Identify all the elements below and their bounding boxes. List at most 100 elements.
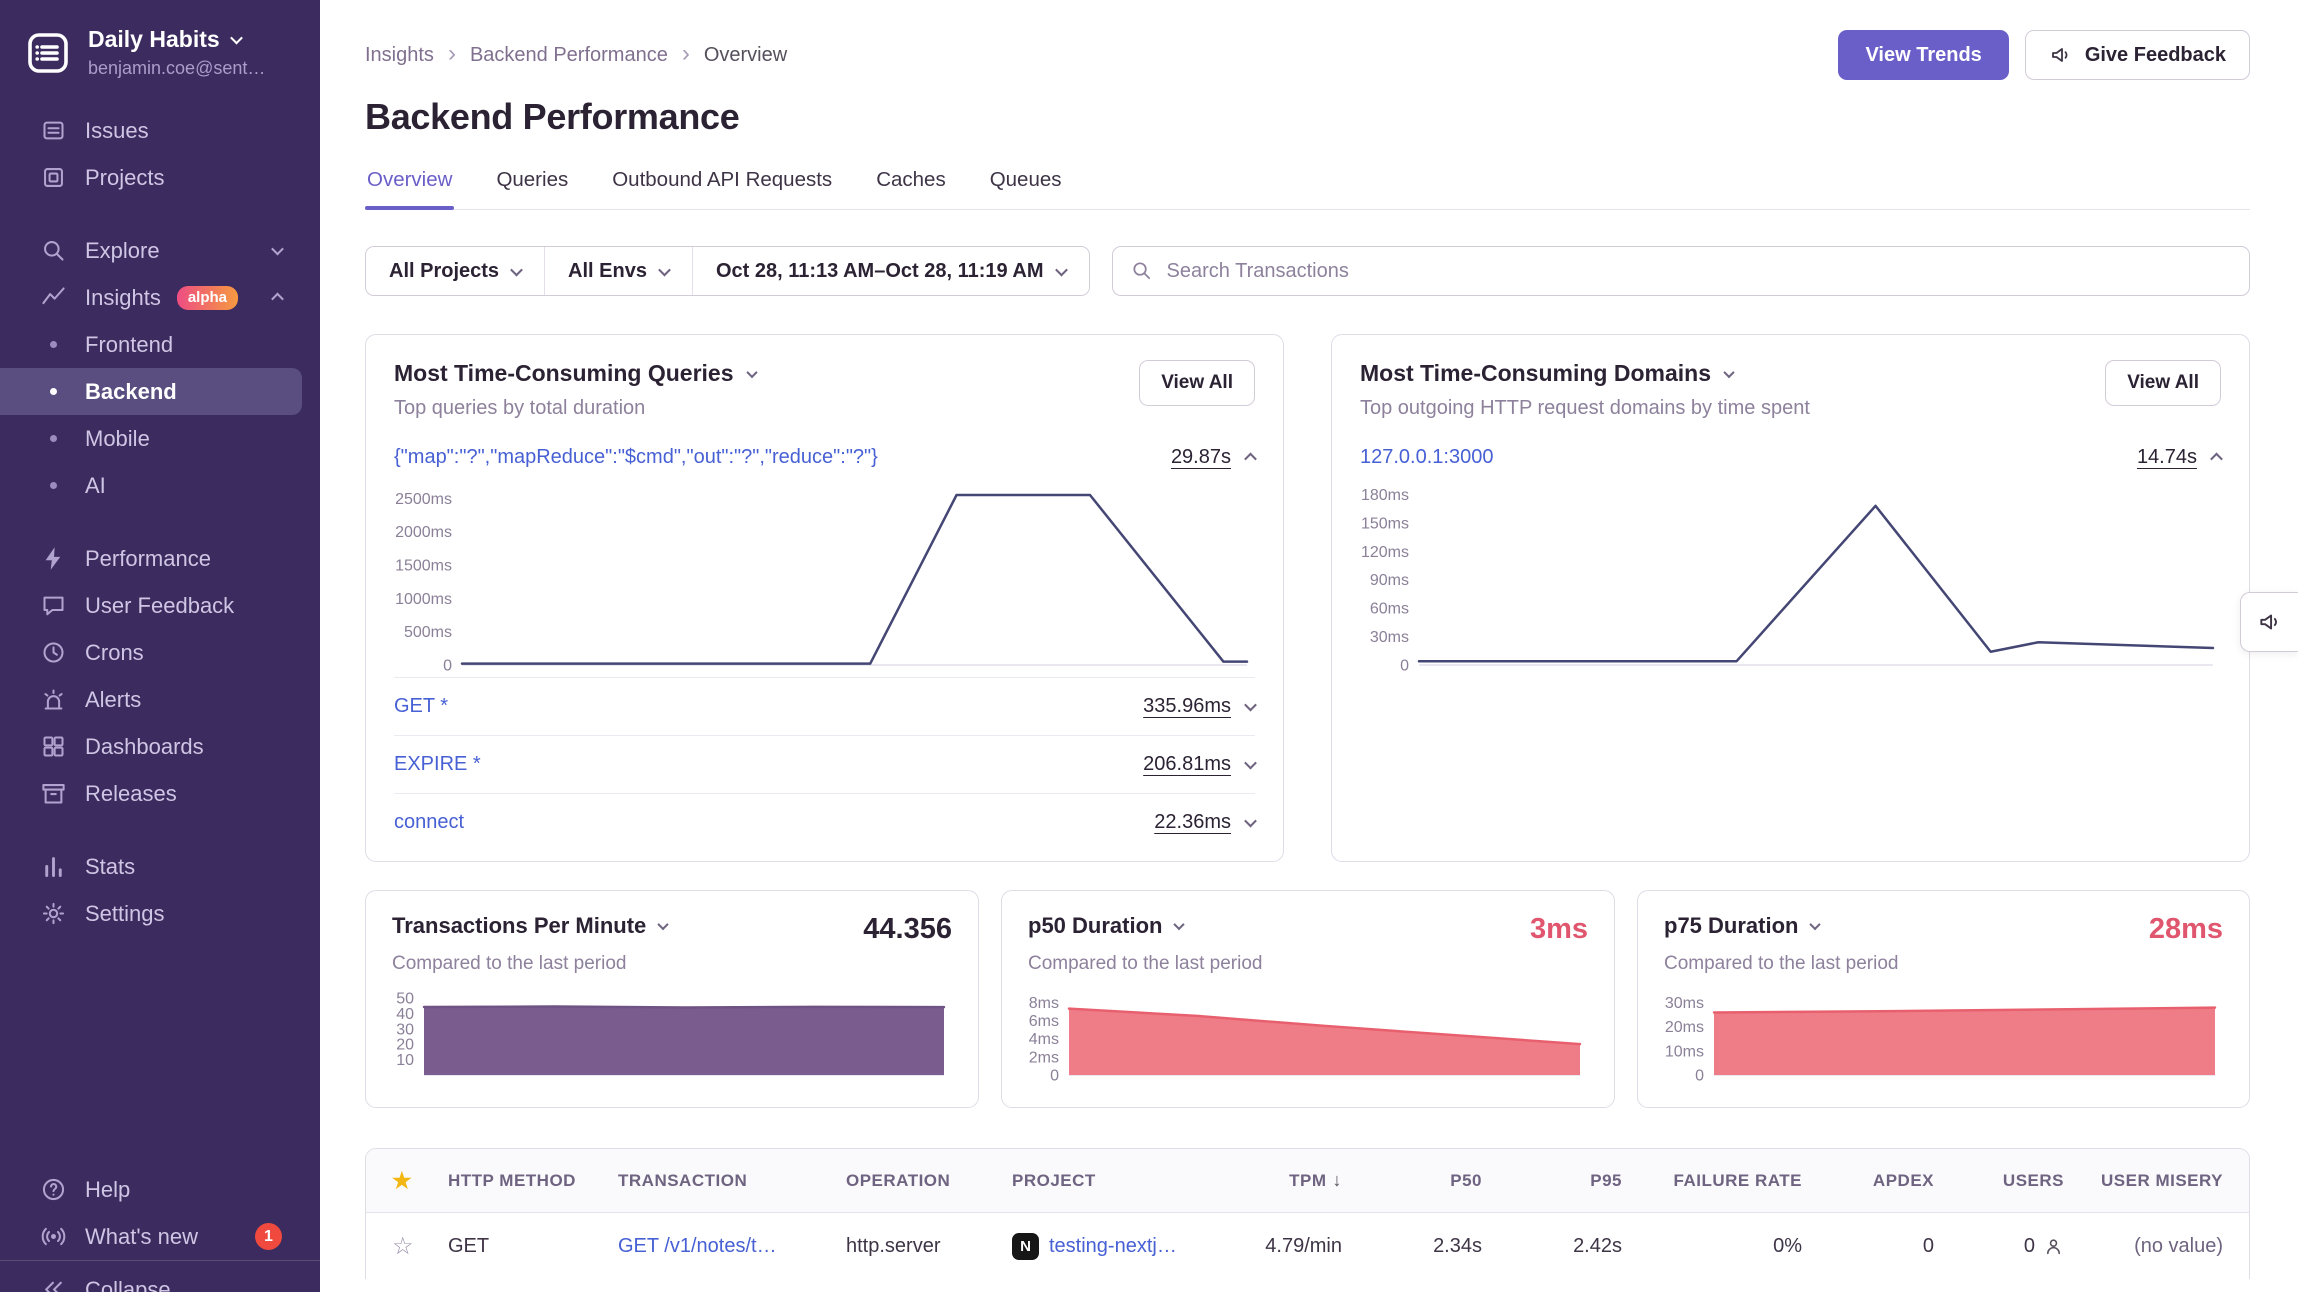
tab-overview[interactable]: Overview (365, 168, 454, 209)
sidebar-item-label: Help (85, 1177, 130, 1203)
chevron-down-icon[interactable] (1244, 815, 1257, 828)
tpm-card-title: Transactions Per Minute (392, 913, 646, 939)
p75-card-title-row[interactable]: p75 Duration (1664, 913, 1819, 939)
chevron-down-icon[interactable] (1244, 699, 1257, 712)
project-filter-dropdown[interactable]: All Projects (366, 247, 544, 295)
sidebar-item-crons[interactable]: Crons (0, 629, 320, 676)
sidebar-item-issues[interactable]: Issues (0, 107, 320, 154)
sidebar-item-performance[interactable]: Performance (0, 535, 320, 582)
svg-text:4ms: 4ms (1029, 1031, 1059, 1048)
query-link[interactable]: connect (394, 811, 464, 834)
topbar: Insights › Backend Performance › Overvie… (365, 30, 2250, 80)
sidebar-item-ai[interactable]: AI (0, 462, 320, 509)
sidebar-collapse-button[interactable]: Collapse (0, 1260, 320, 1292)
domains-view-all-button[interactable]: View All (2105, 360, 2221, 406)
col-tpm-sorted[interactable]: TPM ↓ (1212, 1170, 1342, 1191)
sidebar-item-insights[interactable]: Insights alpha (0, 274, 320, 321)
project-filter-label: All Projects (389, 260, 499, 283)
svg-text:90ms: 90ms (1370, 572, 1409, 589)
sidebar-item-releases[interactable]: Releases (0, 770, 320, 817)
query-link[interactable]: EXPIRE * (394, 753, 481, 776)
tab-caches[interactable]: Caches (874, 168, 948, 209)
query-duration-value: 29.87s (1171, 446, 1231, 469)
sidebar-item-label: User Feedback (85, 593, 234, 619)
favorite-column-star-icon[interactable]: ★ (392, 1168, 448, 1194)
help-icon (40, 1176, 67, 1203)
sidebar-item-label: Performance (85, 546, 211, 572)
chevron-down-icon[interactable] (1244, 757, 1257, 770)
org-avatar (24, 29, 72, 77)
bullet-icon (40, 425, 67, 452)
chevron-right-icon: › (682, 42, 690, 69)
cell-p50: 2.34s (1342, 1235, 1482, 1258)
queries-view-all-button[interactable]: View All (1139, 360, 1255, 406)
domain-link[interactable]: 127.0.0.1:3000 (1360, 446, 1493, 469)
p75-value: 28ms (2149, 913, 2223, 946)
sidebar-item-mobile[interactable]: Mobile (0, 415, 320, 462)
environment-filter-dropdown[interactable]: All Envs (544, 247, 692, 295)
col-p95[interactable]: P95 (1482, 1171, 1622, 1191)
tab-outbound-api-requests[interactable]: Outbound API Requests (610, 168, 834, 209)
sidebar-item-frontend[interactable]: Frontend (0, 321, 320, 368)
favorite-star-icon[interactable]: ☆ (392, 1232, 448, 1261)
sidebar-item-whats-new[interactable]: What's new 1 (0, 1213, 320, 1260)
chevron-down-icon (746, 366, 757, 377)
tpm-card-title-row[interactable]: Transactions Per Minute (392, 913, 667, 939)
query-link[interactable]: GET * (394, 695, 448, 718)
col-project: PROJECT (1012, 1171, 1212, 1191)
col-tpm-label: TPM (1289, 1171, 1326, 1191)
date-range-filter-dropdown[interactable]: Oct 28, 11:13 AM–Oct 28, 11:19 AM (692, 247, 1089, 295)
query-duration-value: 206.81ms (1143, 753, 1231, 776)
p50-chart: 8ms6ms4ms2ms0 (1028, 987, 1588, 1087)
sidebar-item-user-feedback[interactable]: User Feedback (0, 582, 320, 629)
bullet-icon (40, 378, 67, 405)
tab-queues[interactable]: Queues (988, 168, 1064, 209)
chevron-up-icon[interactable] (1244, 453, 1257, 466)
clock-icon (40, 639, 67, 666)
sidebar-item-help[interactable]: Help (0, 1166, 320, 1213)
cell-apdex: 0 (1802, 1235, 1934, 1258)
speech-bubble-icon (40, 592, 67, 619)
queries-panel-title-row[interactable]: Most Time-Consuming Queries (394, 360, 756, 387)
search-input[interactable] (1112, 246, 2250, 296)
megaphone-icon (2257, 609, 2283, 635)
sidebar-item-settings[interactable]: Settings (0, 890, 320, 937)
query-link[interactable]: {"map":"?","mapReduce":"$cmd","out":"?",… (394, 446, 878, 469)
p50-card-title-row[interactable]: p50 Duration (1028, 913, 1183, 939)
sidebar-item-stats[interactable]: Stats (0, 843, 320, 890)
svg-text:2ms: 2ms (1029, 1049, 1059, 1066)
sidebar-item-projects[interactable]: Projects (0, 154, 320, 201)
cell-transaction-link[interactable]: GET /v1/notes/t… (618, 1235, 846, 1258)
sidebar-bottom: Help What's new 1 Collapse (0, 1166, 320, 1292)
col-user-misery[interactable]: USER MISERY (2064, 1171, 2223, 1191)
domains-duration-chart: 180ms150ms120ms90ms60ms30ms0 (1360, 477, 2221, 677)
give-feedback-button[interactable]: Give Feedback (2025, 30, 2250, 80)
queries-panel: Most Time-Consuming Queries Top queries … (365, 334, 1284, 862)
col-p50[interactable]: P50 (1342, 1171, 1482, 1191)
org-name: Daily Habits (88, 26, 220, 53)
col-failure-rate[interactable]: FAILURE RATE (1622, 1171, 1802, 1191)
query-duration-value: 22.36ms (1154, 811, 1231, 834)
tab-queries[interactable]: Queries (494, 168, 570, 209)
breadcrumb-backend-performance[interactable]: Backend Performance (470, 44, 668, 67)
sidebar-item-explore[interactable]: Explore (0, 227, 320, 274)
cell-project-link[interactable]: testing-nextj… (1049, 1235, 1177, 1258)
chevron-down-icon (658, 919, 669, 930)
chevron-down-icon (230, 32, 243, 45)
sidebar-item-backend[interactable]: Backend (0, 368, 302, 415)
feedback-fab-button[interactable] (2240, 592, 2298, 652)
tpm-card: Transactions Per Minute 44.356 Compared … (365, 890, 979, 1108)
svg-text:0: 0 (1050, 1068, 1059, 1085)
view-trends-button[interactable]: View Trends (1838, 30, 2008, 80)
col-apdex[interactable]: APDEX (1802, 1171, 1934, 1191)
breadcrumb-insights[interactable]: Insights (365, 44, 434, 67)
table-row: ☆ GET GET /v1/notes/t… http.server N tes… (366, 1213, 2249, 1279)
chevron-up-icon[interactable] (2210, 453, 2223, 466)
sidebar-item-dashboards[interactable]: Dashboards (0, 723, 320, 770)
bar-chart-icon (40, 853, 67, 880)
sidebar-item-alerts[interactable]: Alerts (0, 676, 320, 723)
org-switcher[interactable]: Daily Habits benjamin.coe@sent… (0, 0, 320, 107)
domains-panel-title-row[interactable]: Most Time-Consuming Domains (1360, 360, 1810, 387)
svg-text:500ms: 500ms (404, 624, 452, 641)
col-users[interactable]: USERS (1934, 1171, 2064, 1191)
